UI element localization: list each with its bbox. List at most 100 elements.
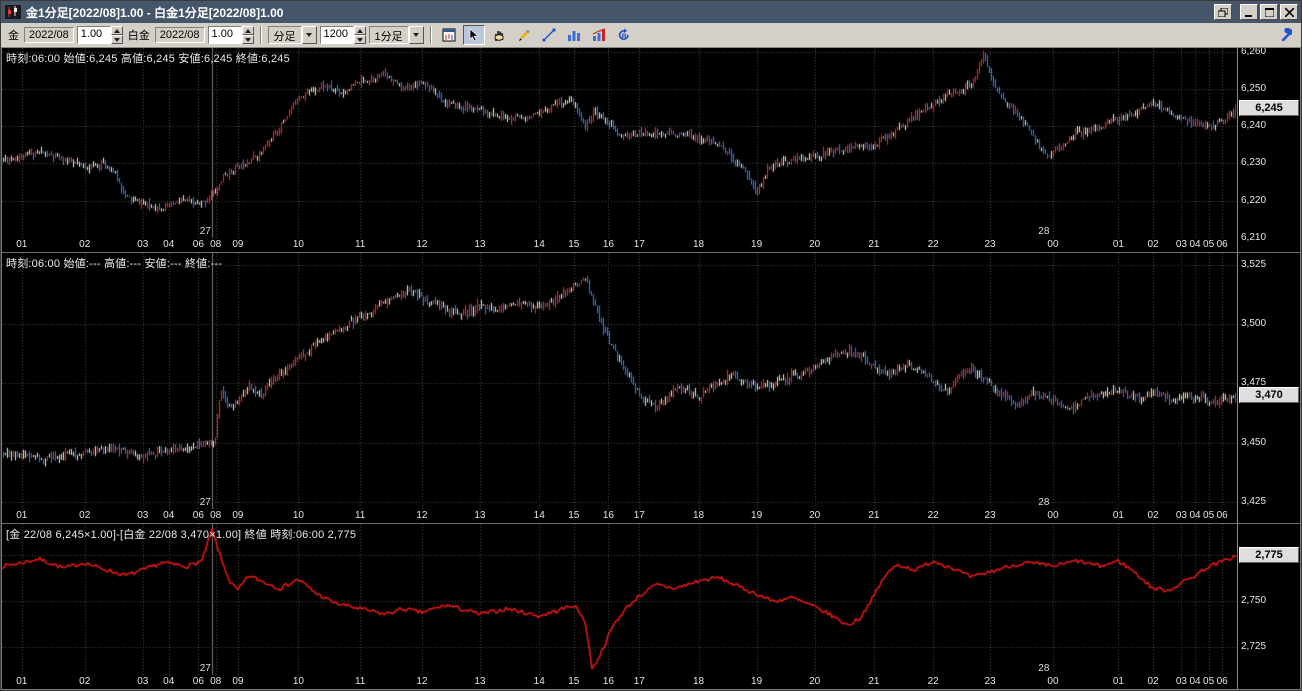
time-axis-label: 17 <box>633 239 645 250</box>
time-axis-label: 21 <box>868 239 880 250</box>
gold-contract-field[interactable]: 2022/08 <box>24 27 74 43</box>
time-axis-label: 00 <box>1047 239 1059 250</box>
time-axis-label: 01 <box>1112 676 1124 687</box>
chart-window-tool-button[interactable] <box>437 25 460 45</box>
gold-chart-canvas[interactable] <box>2 48 1237 238</box>
draw-pencil-tool-button[interactable] <box>512 25 535 45</box>
time-axis-label: 15 <box>568 510 580 521</box>
day-marker-label: 27 <box>199 663 211 674</box>
platinum-multiplier-down-button[interactable] <box>241 35 254 44</box>
time-axis-label: 04 <box>1189 676 1201 687</box>
gold-chart-plot[interactable]: 時刻:06:00 始値:6,245 高値:6,245 安値:6,245 終値:6… <box>2 48 1237 238</box>
time-axis-label: 23 <box>984 510 996 521</box>
time-axis-label: 16 <box>602 676 614 687</box>
price-axis-label: 2,750 <box>1241 595 1267 607</box>
platinum-multiplier-value[interactable]: 1.00 <box>207 26 242 44</box>
time-axis-label: 10 <box>292 676 304 687</box>
time-axis-label: 06 <box>1216 239 1228 250</box>
time-axis-label: 19 <box>751 239 763 250</box>
time-axis-label: 03 <box>1175 510 1187 521</box>
time-axis-label: 03 <box>137 676 149 687</box>
time-axis-label: 01 <box>1112 239 1124 250</box>
cursor-select-tool-button[interactable] <box>462 25 485 45</box>
time-axis-label: 04 <box>163 510 175 521</box>
gold-multiplier-up-button[interactable] <box>110 26 123 35</box>
price-axis-label: 6,230 <box>1241 157 1267 169</box>
bar-count-value[interactable]: 1200 <box>319 26 354 44</box>
time-axis-label: 20 <box>809 239 821 250</box>
time-axis-label: 04 <box>1189 510 1201 521</box>
time-axis-label: 04 <box>163 676 175 687</box>
refresh-tool-button[interactable]: R <box>612 25 635 45</box>
chart-app-window: 金1分足[2022/08]1.00 - 白金1分足[2022/08]1.00 金… <box>0 0 1302 691</box>
time-axis-label: 18 <box>692 510 705 521</box>
chevron-down-icon[interactable] <box>408 26 424 44</box>
maximize-button[interactable] <box>1260 4 1278 20</box>
time-axis-label: 06 <box>192 676 204 687</box>
time-axis-label: 18 <box>692 239 705 250</box>
day-marker-label: 27 <box>199 497 211 508</box>
time-axis-label: 08 <box>210 239 222 250</box>
hand-icon <box>492 28 506 42</box>
bar-count-spinner[interactable]: 1200 <box>319 26 366 44</box>
time-axis-label: 13 <box>474 676 486 687</box>
bar-count-down-button[interactable] <box>353 35 366 44</box>
time-axis-label: 09 <box>232 510 244 521</box>
chart-type-dropdown[interactable]: 分足 <box>267 26 317 44</box>
cursor-icon <box>467 28 481 42</box>
time-axis-label: 03 <box>137 510 149 521</box>
bar-count-up-button[interactable] <box>353 26 366 35</box>
wrench-icon <box>1278 28 1292 42</box>
spread-chart-plot[interactable]: [金 22/08 6,245×1.00]-[白金 22/08 3,470×1.0… <box>2 524 1237 675</box>
timeframe-dropdown[interactable]: 1分足 <box>368 26 424 44</box>
time-axis-label: 05 <box>1203 239 1215 250</box>
trendline-icon <box>542 28 556 42</box>
spread-time-axis: 01 02 03 04 06 08 09 10 11 12 13 14 15 16 17 18 19 20 21 22… <box>2 675 1237 689</box>
time-axis-label: 18 <box>692 676 705 687</box>
settings-tool-button[interactable] <box>1274 25 1296 45</box>
platinum-contract-field[interactable]: 2022/08 <box>154 27 205 43</box>
trendline-tool-button[interactable] <box>537 25 560 45</box>
title-bar[interactable]: 金1分足[2022/08]1.00 - 白金1分足[2022/08]1.00 <box>1 1 1301 23</box>
gold-multiplier-down-button[interactable] <box>110 35 123 44</box>
time-axis-label: 12 <box>416 239 428 250</box>
platinum-multiplier-spinner[interactable]: 1.00 <box>207 26 254 44</box>
platinum-chart-plot[interactable]: 時刻:06:00 始値:--- 高値:--- 安値:--- 終値:--- 27 2… <box>2 253 1237 509</box>
close-button[interactable] <box>1280 4 1298 20</box>
platinum-multiplier-up-button[interactable] <box>241 26 254 35</box>
platinum-chart-canvas[interactable] <box>2 253 1237 509</box>
price-axis-label: 3,450 <box>1241 436 1267 448</box>
time-axis-label: 12 <box>416 510 428 521</box>
gold-multiplier-value[interactable]: 1.00 <box>76 26 111 44</box>
bar-chart-tool-button[interactable] <box>562 25 585 45</box>
gold-label: 金 <box>8 30 19 42</box>
time-axis-label: 06 <box>1216 676 1228 687</box>
time-axis-label: 13 <box>474 510 486 521</box>
current-price-badge: 3,470 <box>1239 387 1299 404</box>
bar-chart-red-tool-button[interactable] <box>587 25 610 45</box>
day-marker-label: 28 <box>1038 663 1050 674</box>
pan-hand-tool-button[interactable] <box>487 25 510 45</box>
candlestick-chart-icon <box>5 5 21 19</box>
time-axis-label: 21 <box>868 676 880 687</box>
day-marker-label: 28 <box>1038 497 1050 508</box>
time-axis-label: 22 <box>927 239 939 250</box>
day-marker-label: 27 <box>199 226 211 237</box>
time-axis-label: 02 <box>1147 239 1159 250</box>
chevron-down-icon[interactable] <box>301 26 317 44</box>
spread-price-axis: 2,750 2,725 2,775 <box>1237 524 1300 689</box>
spread-readout: [金 22/08 6,245×1.00]-[白金 22/08 3,470×1.0… <box>6 529 357 541</box>
price-axis-label: 3,500 <box>1241 318 1267 330</box>
restore-button[interactable] <box>1214 4 1232 20</box>
gold-price-axis: 6,260 6,250 6,240 6,230 6,220 6,210 6,245 <box>1237 48 1300 252</box>
minimize-button[interactable] <box>1240 4 1258 20</box>
spread-chart-canvas[interactable] <box>2 524 1237 675</box>
gold-multiplier-spinner[interactable]: 1.00 <box>76 26 123 44</box>
time-axis-label: 08 <box>210 510 222 521</box>
time-axis-label: 23 <box>984 239 996 250</box>
time-axis-label: 04 <box>1189 239 1201 250</box>
chart-type-value[interactable]: 分足 <box>267 26 302 44</box>
timeframe-value[interactable]: 1分足 <box>368 26 409 44</box>
time-axis-label: 01 <box>16 510 28 521</box>
time-axis-label: 01 <box>16 676 28 687</box>
